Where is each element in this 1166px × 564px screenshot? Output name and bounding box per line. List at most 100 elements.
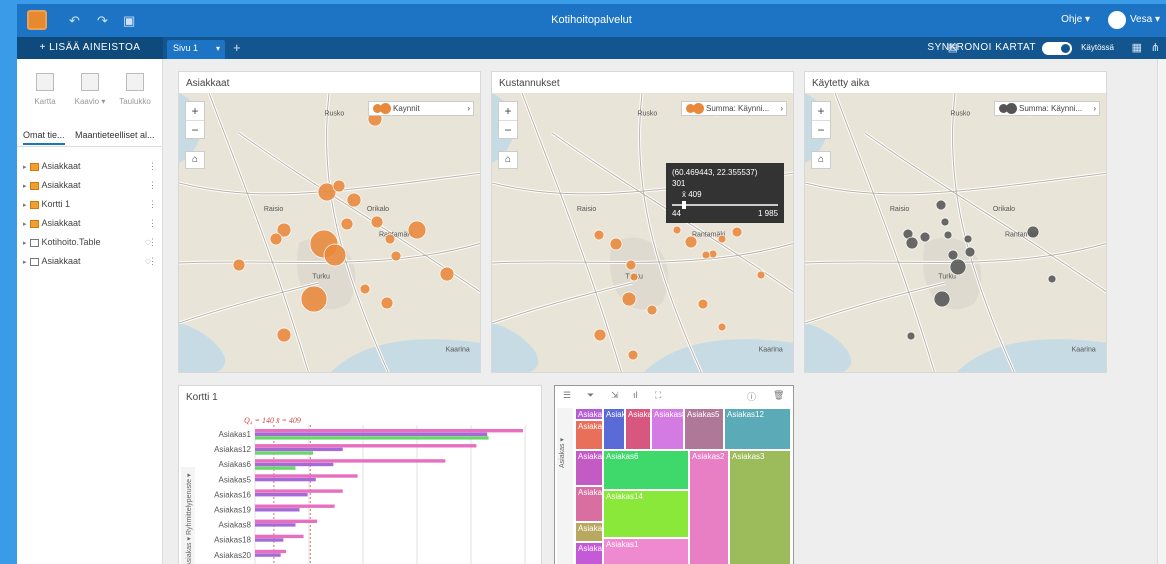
card-title: Käytetty aika	[812, 78, 870, 89]
treemap-axis-label[interactable]: Asiakas ▾	[558, 408, 566, 468]
map-view[interactable]: RuskоRaisioOrikaloRantamäkiTurkuKaarina …	[805, 93, 1106, 372]
chart-viz-button[interactable]: Kaavio ▾	[68, 67, 112, 106]
layout-icon[interactable]: ▦	[1132, 41, 1142, 54]
action-icon[interactable]: ⇲	[611, 390, 619, 401]
help-menu[interactable]: Ohje ▾	[1061, 14, 1090, 25]
expand-icon[interactable]: ▸	[23, 240, 27, 247]
scrollbar[interactable]	[1157, 59, 1166, 564]
map-bubble	[949, 258, 967, 276]
tab-geographic-data[interactable]: Maantieteelliset al...	[75, 130, 155, 140]
map-legend[interactable]: Summa: Käynni... ›	[681, 101, 787, 116]
treemap[interactable]: Asiaka Asiak Asiaka Asiakas8 Asiakas5 Asiakas…	[575, 408, 791, 564]
map-legend[interactable]: Kaynnit ›	[368, 101, 474, 116]
bar-chart-svg: Q₄ = 140 x̄ = 409 Asiakas1 Asiakas12 Asiaka…	[181, 416, 526, 564]
treemap-tile[interactable]: Asiaka	[575, 522, 603, 542]
dataset-item[interactable]: ▸ Asiakkaat ⋮	[17, 157, 163, 176]
expand-icon[interactable]: ▸	[23, 164, 27, 171]
map-bubble	[717, 234, 727, 244]
more-options-icon[interactable]: ⋮	[148, 157, 157, 176]
dataset-item[interactable]: ▸ Asiakkaat ◌ ⋮	[17, 252, 163, 271]
tab-my-data[interactable]: Omat tie...	[23, 130, 65, 145]
treemap-tile[interactable]: Asiaka	[575, 486, 603, 522]
zoom-controls: + −	[185, 101, 205, 139]
map-view[interactable]: RuskоRaisioOrikaloRantamäkiTurkuKaarina …	[179, 93, 480, 372]
treemap-tile[interactable]: Asiak	[603, 408, 625, 450]
dataset-item[interactable]: ▸ Asiakkaat ⋮	[17, 176, 163, 195]
chart-type-icon[interactable]: ıl	[633, 390, 638, 400]
chevron-down-icon[interactable]: ▾	[216, 44, 220, 53]
zoom-in-button[interactable]: +	[499, 102, 517, 120]
more-options-icon[interactable]: ⋮	[148, 176, 157, 195]
basemap: RuskоRaisioOrikaloRantamäkiTurkuKaarina	[492, 93, 793, 372]
home-button[interactable]: ⌂	[811, 151, 831, 169]
treemap-tile[interactable]: Asiakas1	[603, 538, 689, 564]
bar-chart-card[interactable]: Kortti 1 Q₄ = 140 x̄ = 409 Asiakas1 Asiaka…	[178, 385, 542, 564]
zoom-in-button[interactable]: +	[812, 102, 830, 120]
add-data-button[interactable]: + LISÄÄ AINEISTOA	[17, 37, 163, 59]
dataset-item[interactable]: ▸ Asiakkaat ⋮	[17, 214, 163, 233]
treemap-tile[interactable]: Asiaka	[575, 408, 603, 420]
expand-icon[interactable]: ▸	[23, 183, 27, 190]
map-card-kaytetty-aika[interactable]: Käytetty aika Ruskо Raisio Orikalo Rantamäk…	[804, 71, 1107, 373]
treemap-tile[interactable]: Asiakas8	[651, 408, 684, 450]
map-legend[interactable]: Summa: Käynni... ›	[994, 101, 1100, 116]
dataset-item[interactable]: ▸ Kortti 1 ⋮	[17, 195, 163, 214]
filter-icon[interactable]: ⏷	[587, 390, 594, 401]
treemap-tile[interactable]: Asiakas5	[684, 408, 724, 450]
expand-icon[interactable]: ▸	[23, 221, 27, 228]
more-options-icon[interactable]: ⋮	[148, 233, 157, 252]
dataset-item[interactable]: ▸ Kotihoito.Table ◌ ⋮	[17, 233, 163, 252]
maximize-icon[interactable]: ⛶	[655, 390, 661, 401]
share-icon[interactable]: ⋔	[1151, 41, 1160, 54]
map-viz-button[interactable]: Kartta	[23, 67, 67, 106]
user-avatar[interactable]	[1108, 11, 1126, 29]
user-menu[interactable]: Vesa ▾	[1130, 14, 1160, 25]
map-card-asiakkaat[interactable]: Asiakkaat Ruskо Raisio Orikalo Rantamäki Tur…	[178, 71, 481, 373]
zoom-out-button[interactable]: −	[812, 120, 830, 138]
map-place-label: Ruskо	[950, 110, 970, 117]
bar-chart-icon	[81, 73, 99, 91]
tab-page-1[interactable]: Sivu 1 ▾	[167, 40, 225, 59]
home-button[interactable]: ⌂	[498, 151, 518, 169]
sync-maps-toggle[interactable]	[1042, 42, 1072, 55]
bar	[255, 493, 308, 497]
map-card-kustannukset[interactable]: Kustannukset RuskоRaisioOrikaloRantamäki…	[491, 71, 794, 373]
treemap-axis[interactable]: Asiakas ▾	[557, 408, 573, 564]
treemap-tile[interactable]: Asiakas12	[724, 408, 791, 450]
app-window: ↶ ↷ ▣ Kotihoitopalvelut Ohje ▾ Vesa ▾ + …	[17, 4, 1166, 564]
legend-list-icon[interactable]: ☰	[563, 390, 571, 401]
treemap-tile[interactable]: Asiaka	[575, 542, 603, 564]
tooltip-value: 301	[672, 179, 686, 188]
more-options-icon[interactable]: ⋮	[148, 252, 157, 271]
treemap-tile[interactable]: Asiakas6	[603, 450, 689, 490]
more-options-icon[interactable]: ⋮	[148, 214, 157, 233]
treemap-tile[interactable]: Asiaka	[575, 450, 603, 486]
info-icon[interactable]: ⓘ	[747, 390, 756, 403]
zoom-in-button[interactable]: +	[186, 102, 204, 120]
delete-icon[interactable]: 🗑	[773, 390, 784, 401]
treemap-tile[interactable]: Asiaka	[625, 408, 651, 450]
table-viz-button[interactable]: Taulukko	[113, 67, 157, 106]
zoom-out-button[interactable]: −	[186, 120, 204, 138]
bar	[255, 462, 334, 467]
treemap-tile[interactable]: Asiakas2	[689, 450, 729, 564]
treemap-tile[interactable]: Asiakas14	[603, 490, 689, 538]
bar	[255, 432, 488, 436]
bar-stats-label: Q₄ = 140 x̄ = 409	[244, 416, 301, 425]
treemap-tile[interactable]: Asiakas3	[729, 450, 791, 564]
expand-icon[interactable]: ▸	[23, 202, 27, 209]
more-options-icon[interactable]: ⋮	[148, 195, 157, 214]
home-button[interactable]: ⌂	[185, 151, 205, 169]
category-label: Asiakas8	[219, 521, 252, 530]
map-bubble	[359, 283, 371, 295]
map-view[interactable]: RuskоRaisioOrikaloRantamäkiTurkuKaarina …	[492, 93, 793, 372]
treemap-tile[interactable]: Asiaka	[575, 420, 603, 450]
bar-chart[interactable]: Q₄ = 140 x̄ = 409 Asiakas1 Asiakas12 Asiaka…	[179, 407, 541, 564]
category-label: Asiakas16	[214, 490, 251, 499]
zoom-out-button[interactable]: −	[499, 120, 517, 138]
expand-icon[interactable]: ▸	[23, 259, 27, 266]
add-page-button[interactable]: +	[233, 40, 241, 55]
treemap-card[interactable]: ☰ ⏷ ⇲ ıl ⛶ ⓘ 🗑 Asiakas ▾ Asiaka Asiak Asia…	[554, 385, 794, 564]
legend-symbol-icon	[693, 103, 704, 114]
bar	[255, 549, 287, 554]
